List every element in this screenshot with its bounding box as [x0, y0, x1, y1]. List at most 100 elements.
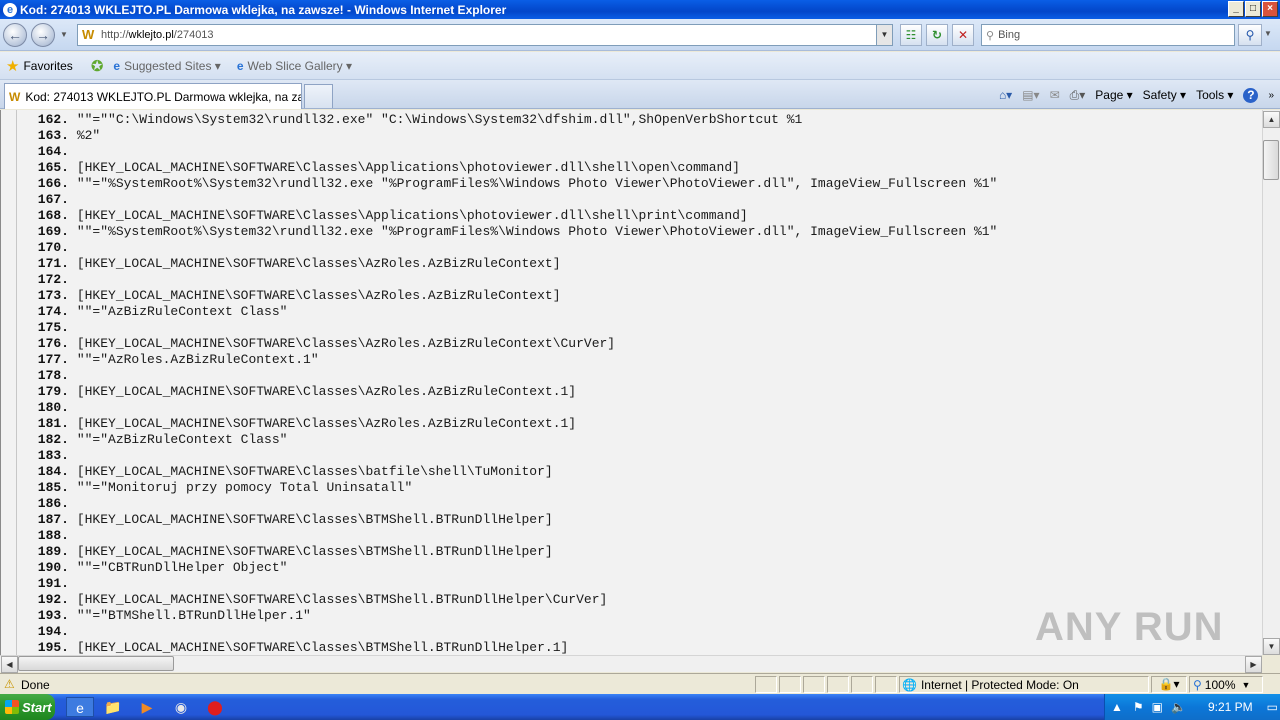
- code-line: 178.: [21, 368, 997, 384]
- line-number: 167.: [37, 192, 69, 207]
- tab-active[interactable]: W Kod: 274013 WKLEJTO.PL Darmowa wklejka…: [4, 83, 302, 109]
- line-number: 179.: [37, 384, 69, 399]
- refresh-icon[interactable]: ↻: [926, 24, 948, 46]
- window-title-bar[interactable]: e Kod: 274013 WKLEJTO.PL Darmowa wklejka…: [0, 0, 1280, 19]
- read-mail-icon[interactable]: ✉: [1050, 88, 1060, 102]
- line-text: [HKEY_LOCAL_MACHINE\SOFTWARE\Classes\BTM…: [76, 512, 553, 527]
- line-number: 184.: [37, 464, 69, 479]
- code-line: 171. [HKEY_LOCAL_MACHINE\SOFTWARE\Classe…: [21, 256, 997, 272]
- suggested-sites-button[interactable]: e Suggested Sites ▾: [113, 59, 220, 73]
- show-desktop-icon[interactable]: ▭: [1267, 700, 1278, 714]
- web-slice-gallery-label: Web Slice Gallery ▾: [247, 58, 353, 73]
- code-line: 165. [HKEY_LOCAL_MACHINE\SOFTWARE\Classe…: [21, 160, 997, 176]
- line-text: [HKEY_LOCAL_MACHINE\SOFTWARE\Classes\AzR…: [76, 384, 577, 399]
- protected-mode-button[interactable]: 🔒▾: [1151, 676, 1187, 693]
- address-dropdown-button[interactable]: ▼: [876, 25, 892, 45]
- address-url: http://wklejto.pl/274013: [101, 29, 214, 41]
- add-to-favorites-bar-button[interactable]: ✪: [91, 57, 108, 75]
- taskbar: [0, 694, 1280, 720]
- line-number: 195.: [37, 640, 69, 655]
- search-button[interactable]: ⚲: [1238, 24, 1262, 46]
- scroll-left-button[interactable]: ◀: [1, 656, 18, 673]
- line-number: 186.: [37, 496, 69, 511]
- line-text: [HKEY_LOCAL_MACHINE\SOFTWARE\Classes\BTM…: [76, 640, 569, 655]
- code-line: 188.: [21, 528, 997, 544]
- site-favicon-icon: W: [82, 27, 95, 42]
- vertical-scroll-thumb[interactable]: [1263, 140, 1279, 180]
- taskbar-ie-icon[interactable]: e: [66, 697, 94, 717]
- line-number: 174.: [37, 304, 69, 319]
- line-number: 172.: [37, 272, 69, 287]
- safety-menu[interactable]: Safety ▾: [1143, 88, 1186, 102]
- horizontal-scroll-thumb[interactable]: [18, 656, 174, 671]
- taskbar-opera-icon[interactable]: ⬤: [204, 697, 226, 717]
- recent-pages-chevron-icon[interactable]: ▼: [60, 30, 68, 39]
- code-line: 190. ""="CBTRunDllHelper Object": [21, 560, 997, 576]
- line-number: 165.: [37, 160, 69, 175]
- search-input[interactable]: ⚲ Bing: [981, 24, 1235, 46]
- minimize-button[interactable]: _: [1228, 1, 1244, 17]
- code-line: 170.: [21, 240, 997, 256]
- print-icon[interactable]: ⎙▾: [1070, 88, 1086, 103]
- action-center-flag-icon[interactable]: ⚑: [1133, 700, 1144, 714]
- code-line: 172.: [21, 272, 997, 288]
- scroll-up-button[interactable]: ▲: [1263, 111, 1280, 128]
- zoom-button[interactable]: ⚲ 100% ▼: [1189, 676, 1263, 693]
- taskbar-explorer-icon[interactable]: 📁: [102, 697, 124, 717]
- scroll-corner: [1262, 655, 1280, 673]
- line-text: ""=""C:\Windows\System32\rundll32.exe" "…: [76, 112, 803, 127]
- warning-icon: ⚠: [4, 677, 15, 691]
- code-line: 174. ""="AzBizRuleContext Class": [21, 304, 997, 320]
- volume-icon[interactable]: 🔈: [1171, 700, 1186, 714]
- line-number: 171.: [37, 256, 69, 271]
- address-bar[interactable]: W http://wklejto.pl/274013 ▼: [77, 24, 893, 46]
- line-number: 185.: [37, 480, 69, 495]
- status-pane: [827, 676, 849, 693]
- code-line: 166. ""="%SystemRoot%\System32\rundll32.…: [21, 176, 998, 192]
- code-line: 181. [HKEY_LOCAL_MACHINE\SOFTWARE\Classe…: [21, 416, 997, 432]
- compatibility-view-icon[interactable]: ☷: [900, 24, 922, 46]
- back-button[interactable]: ←: [3, 23, 27, 47]
- line-number: 191.: [37, 576, 69, 591]
- zoom-icon: ⚲: [1193, 677, 1202, 692]
- new-tab-button[interactable]: [304, 84, 333, 108]
- taskbar-media-player-icon[interactable]: ▶: [136, 697, 158, 717]
- stop-icon[interactable]: ✕: [952, 24, 974, 46]
- code-line: 176. [HKEY_LOCAL_MACHINE\SOFTWARE\Classe…: [21, 336, 997, 352]
- code-line: 164.: [21, 144, 997, 160]
- close-window-button[interactable]: ×: [1262, 1, 1278, 17]
- maximize-button[interactable]: □: [1245, 1, 1261, 17]
- zoom-level: 100%: [1204, 677, 1236, 692]
- scroll-down-button[interactable]: ▼: [1263, 638, 1280, 655]
- page-menu[interactable]: Page ▾: [1095, 88, 1132, 102]
- tray-show-hidden-icon[interactable]: ▲: [1111, 700, 1123, 714]
- web-slice-gallery-button[interactable]: e Web Slice Gallery ▾: [237, 59, 352, 73]
- forward-button[interactable]: →: [31, 23, 55, 47]
- taskbar-chrome-icon[interactable]: ◉: [170, 697, 192, 717]
- code-line: 193. ""="BTMShell.BTRunDllHelper.1": [21, 608, 997, 624]
- help-icon[interactable]: ?: [1243, 87, 1259, 103]
- scroll-right-button[interactable]: ▶: [1245, 656, 1262, 673]
- security-zone[interactable]: 🌐 Internet | Protected Mode: On: [899, 676, 1149, 693]
- ie-page-icon: e: [236, 58, 244, 73]
- favorites-button[interactable]: ★ Favorites: [6, 57, 73, 75]
- line-text: ""="Monitoruj przy pomocy Total Uninsata…: [76, 480, 413, 495]
- toolbar-overflow-chevron-icon[interactable]: »: [1268, 90, 1274, 101]
- status-pane: [755, 676, 777, 693]
- code-line: 163. %2": [21, 128, 997, 144]
- code-line: 191.: [21, 576, 997, 592]
- code-gutter-divider: [16, 110, 17, 655]
- search-placeholder: Bing: [998, 29, 1021, 41]
- home-icon[interactable]: ⌂▾: [999, 88, 1012, 102]
- start-button[interactable]: Start: [0, 694, 55, 720]
- line-number: 193.: [37, 608, 69, 623]
- clock[interactable]: 9:21 PM: [1208, 700, 1253, 714]
- tools-menu[interactable]: Tools ▾: [1196, 88, 1233, 102]
- network-icon[interactable]: ▣: [1152, 700, 1163, 714]
- vertical-scrollbar[interactable]: [1262, 110, 1280, 655]
- feeds-icon[interactable]: ▤▾: [1022, 88, 1039, 102]
- line-number: 166.: [37, 176, 69, 191]
- code-line: 168. [HKEY_LOCAL_MACHINE\SOFTWARE\Classe…: [21, 208, 997, 224]
- search-options-chevron-icon[interactable]: ▼: [1264, 29, 1272, 38]
- line-text: [HKEY_LOCAL_MACHINE\SOFTWARE\Classes\BTM…: [76, 592, 608, 607]
